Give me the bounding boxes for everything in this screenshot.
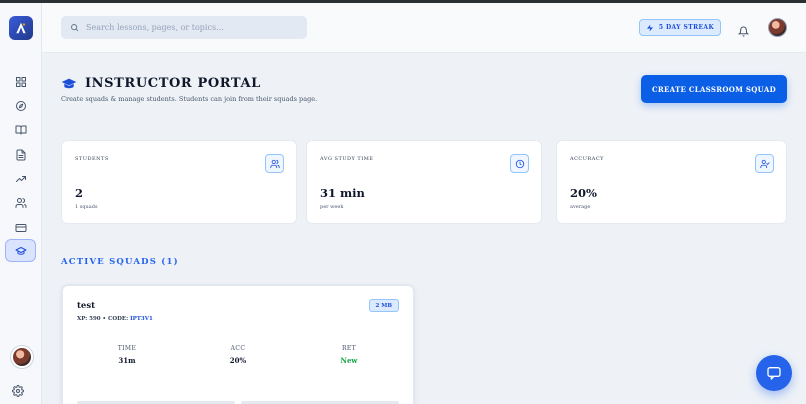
squad-size-badge: 2 MB	[368, 299, 399, 312]
search-bar[interactable]	[61, 16, 307, 39]
user-check-icon	[759, 159, 770, 168]
squad-code[interactable]: IPT3V1	[130, 316, 153, 322]
squad-meta: XP: 590 • CODE: IPT3V1	[77, 316, 153, 322]
stat-val: 31m	[118, 356, 136, 365]
squad-xp: XP: 590 • CODE:	[77, 316, 129, 322]
graduation-cap-icon	[15, 246, 26, 255]
squad-stat-time: TIME 31m	[77, 345, 177, 365]
compass-icon	[16, 101, 26, 111]
gear-icon[interactable]	[12, 385, 24, 397]
sidebar-item-pages[interactable]	[8, 144, 34, 166]
stat-icon-badge	[265, 154, 284, 173]
search-icon	[71, 24, 79, 32]
streak-label: 5 DAY STREAK	[658, 24, 715, 31]
grid-icon	[16, 77, 26, 87]
logo-icon	[16, 22, 26, 34]
stat-sub: per week	[320, 204, 344, 210]
chat-button[interactable]	[756, 355, 792, 391]
sidebar-item-progress[interactable]	[8, 168, 34, 190]
user-avatar[interactable]	[768, 18, 787, 37]
stat-val: 20%	[229, 356, 247, 365]
users-icon	[15, 198, 27, 208]
stat-card-students: STUDENTS 2 1 squads	[61, 140, 297, 224]
stat-value: 20%	[570, 186, 597, 200]
stat-value: 2	[75, 186, 84, 200]
active-squads-heading: ACTIVE SQUADS (1)	[61, 257, 179, 267]
stat-label: AVG STUDY TIME	[320, 156, 374, 162]
stat-icon-badge	[755, 154, 774, 173]
sidebar-item-billing[interactable]	[8, 217, 34, 239]
clock-icon	[515, 159, 524, 168]
squad-card[interactable]: test XP: 590 • CODE: IPT3V1 2 MB TIME 31…	[61, 284, 415, 404]
document-icon	[16, 149, 26, 161]
squad-name: test	[77, 301, 96, 311]
chat-icon	[767, 367, 781, 380]
page-title: INSTRUCTOR PORTAL	[85, 76, 261, 91]
stat-card-accuracy: ACCURACY 20% average	[556, 140, 787, 224]
stat-val: New	[340, 356, 358, 365]
create-classroom-squad-button[interactable]: CREATE CLASSROOM SQUAD	[641, 75, 787, 103]
sidebar-item-explore[interactable]	[8, 95, 34, 117]
sidebar-item-dashboard[interactable]	[8, 71, 34, 93]
stat-label: STUDENTS	[75, 156, 109, 162]
squad-stat-ret: RET New	[299, 345, 399, 365]
sidebar-item-squads[interactable]	[8, 192, 34, 214]
stat-sub: 1 squads	[75, 204, 98, 210]
app-logo[interactable]	[9, 16, 33, 40]
stat-key: ACC	[230, 345, 246, 352]
sidebar-item-instructor[interactable]	[5, 239, 36, 262]
streak-badge[interactable]: 5 DAY STREAK	[639, 19, 721, 36]
search-input[interactable]	[86, 23, 286, 32]
top-header: 5 DAY STREAK	[42, 3, 806, 53]
sidebar-item-lessons[interactable]	[8, 119, 34, 141]
sidebar	[0, 3, 42, 404]
stat-icon-badge	[510, 154, 529, 173]
squad-stat-acc: ACC 20%	[188, 345, 288, 365]
lightning-icon	[646, 24, 653, 31]
trending-icon	[16, 176, 26, 182]
stat-key: RET	[341, 345, 357, 352]
page-header: INSTRUCTOR PORTAL	[61, 76, 261, 91]
users-icon	[269, 159, 280, 168]
notifications-button[interactable]	[737, 22, 750, 37]
bell-icon	[737, 26, 750, 37]
book-icon	[15, 125, 27, 135]
graduation-cap-icon	[61, 78, 77, 88]
sidebar-avatar[interactable]	[11, 346, 33, 368]
card-icon	[15, 224, 27, 232]
stat-sub: average	[570, 204, 591, 210]
page-subtitle: Create squads & manage students. Student…	[61, 95, 318, 103]
stat-card-avg-study-time: AVG STUDY TIME 31 min per week	[306, 140, 542, 224]
stat-value: 31 min	[320, 186, 365, 200]
stat-key: TIME	[117, 345, 137, 352]
stat-label: ACCURACY	[570, 156, 604, 162]
